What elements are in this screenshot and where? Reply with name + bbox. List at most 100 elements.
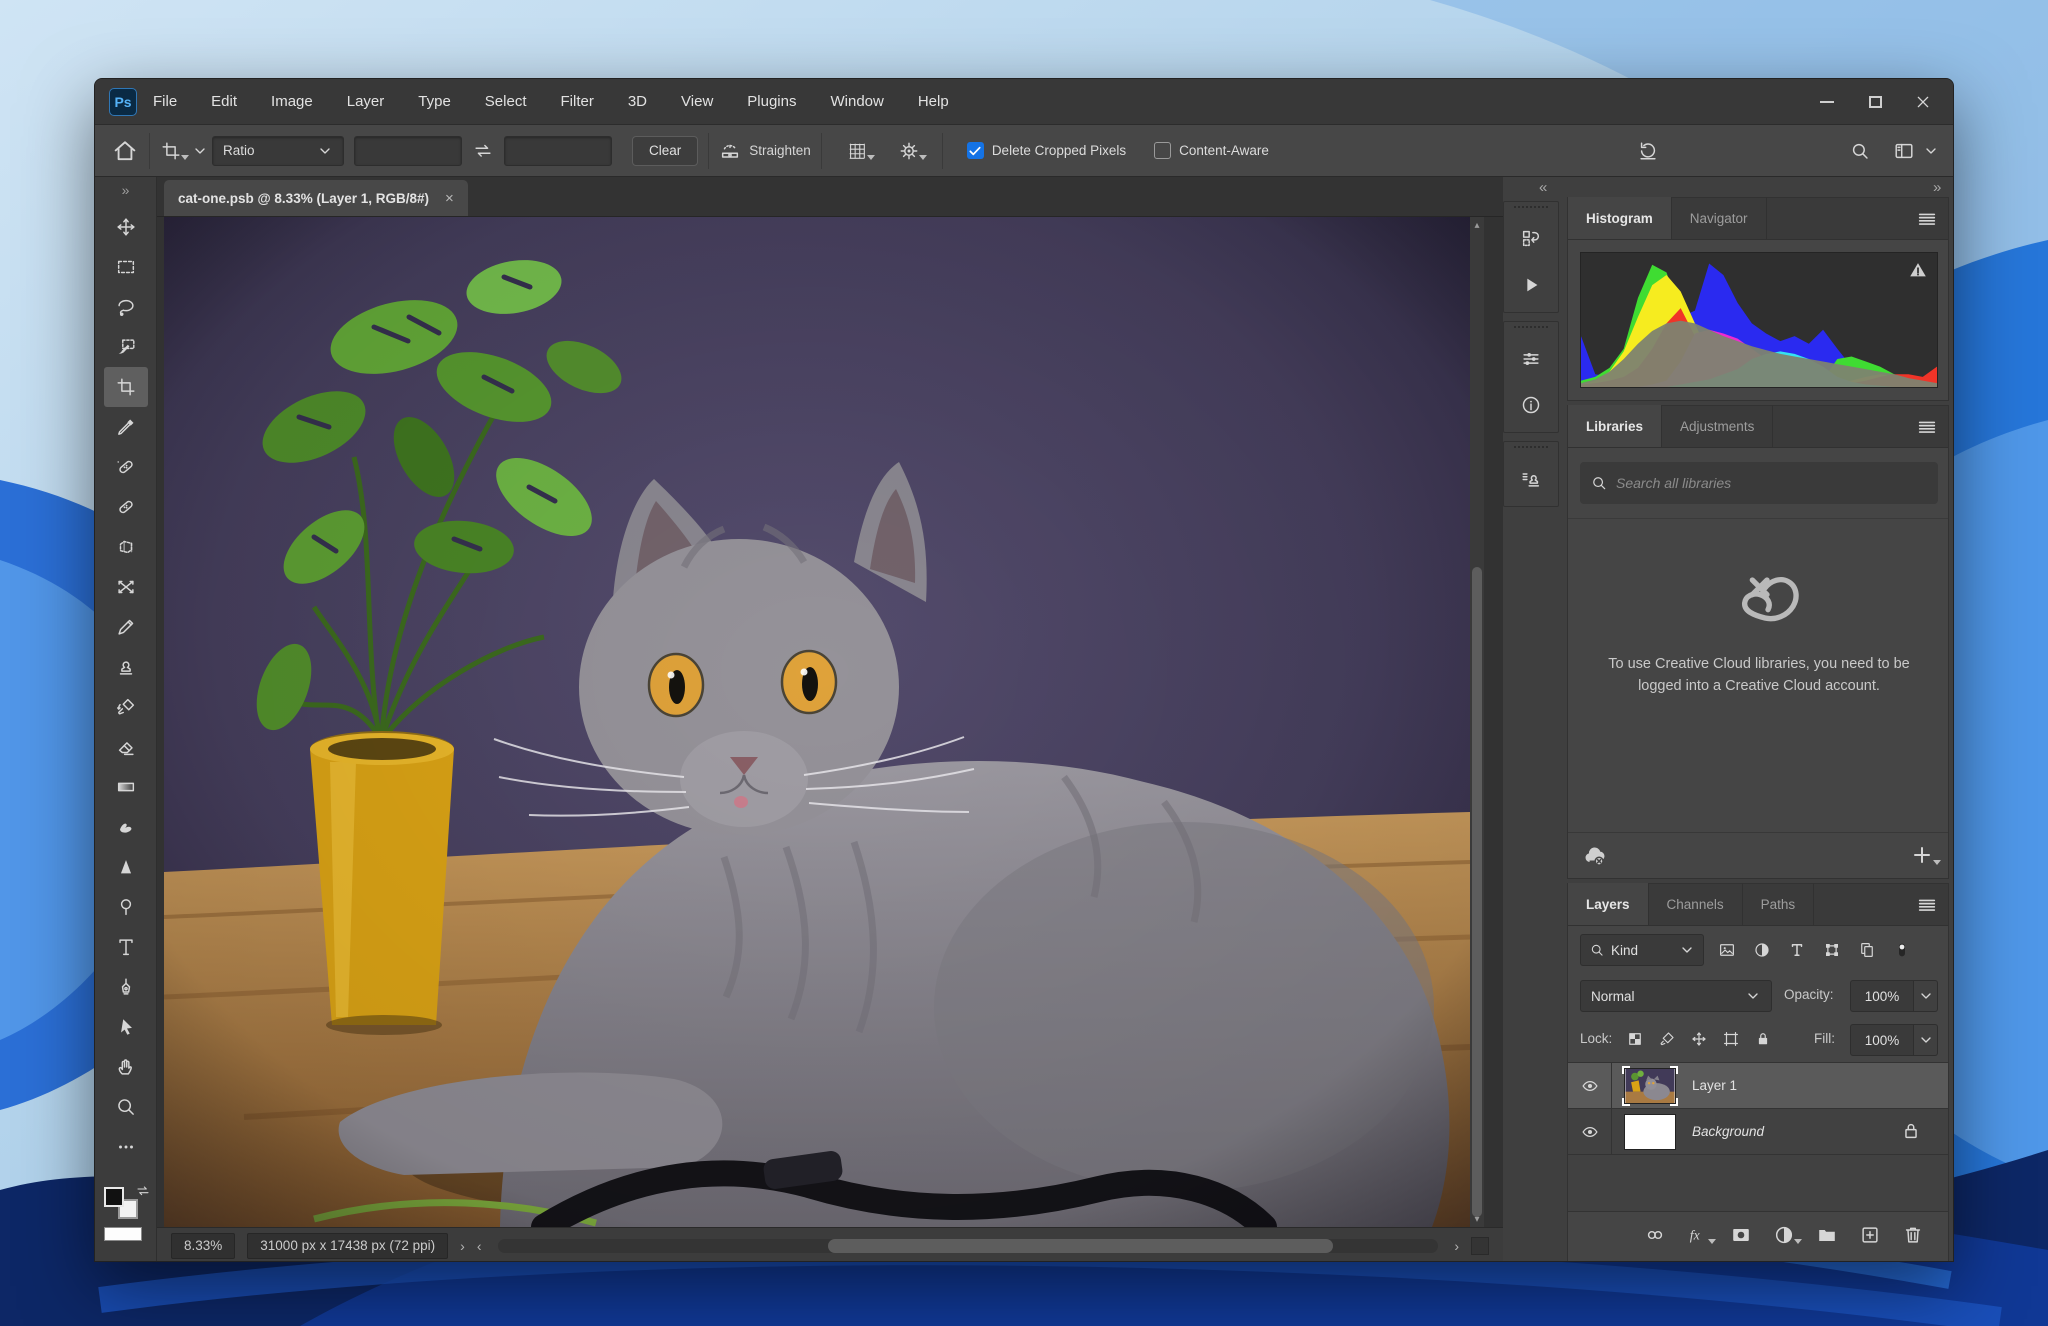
menu-image[interactable]: Image bbox=[271, 91, 313, 112]
scroll-left-icon[interactable]: ‹ bbox=[477, 1238, 482, 1254]
menu-plugins[interactable]: Plugins bbox=[747, 91, 796, 112]
scroll-right-icon[interactable]: › bbox=[1454, 1238, 1459, 1254]
add-layer-mask-icon[interactable] bbox=[1730, 1224, 1752, 1246]
swap-colors-icon[interactable] bbox=[135, 1183, 151, 1199]
tab-libraries[interactable]: Libraries bbox=[1568, 405, 1662, 447]
layer-lock-icon[interactable] bbox=[1900, 1120, 1922, 1142]
lock-all-icon[interactable] bbox=[1754, 1030, 1772, 1048]
dock-grip[interactable] bbox=[1514, 206, 1548, 214]
horizontal-scroll-thumb[interactable] bbox=[828, 1239, 1333, 1253]
move-tool[interactable] bbox=[104, 207, 148, 247]
layer-name[interactable]: Layer 1 bbox=[1692, 1078, 1737, 1093]
libraries-search-input[interactable] bbox=[1616, 475, 1906, 491]
expand-panels-icon[interactable]: » bbox=[1933, 179, 1941, 196]
tab-adjustments[interactable]: Adjustments bbox=[1662, 405, 1773, 447]
menu-filter[interactable]: Filter bbox=[561, 91, 594, 112]
marquee-tool[interactable] bbox=[104, 247, 148, 287]
filter-smart-objects-icon[interactable] bbox=[1858, 941, 1876, 959]
blend-mode-select[interactable]: Normal bbox=[1580, 980, 1772, 1012]
fill-control[interactable]: 100% bbox=[1850, 1024, 1938, 1056]
spot-healing-tool[interactable] bbox=[104, 447, 148, 487]
menu-edit[interactable]: Edit bbox=[211, 91, 237, 112]
search-icon[interactable] bbox=[1849, 140, 1871, 162]
layer-visibility-toggle[interactable] bbox=[1568, 1063, 1612, 1109]
ratio-select[interactable]: Ratio bbox=[212, 136, 344, 166]
patch-tool[interactable] bbox=[104, 527, 148, 567]
hand-tool[interactable] bbox=[104, 1047, 148, 1087]
layer-row-layer-1[interactable]: Layer 1 bbox=[1568, 1063, 1948, 1109]
dodge-tool[interactable] bbox=[104, 887, 148, 927]
filter-shape-layers-icon[interactable] bbox=[1823, 941, 1841, 959]
menu-help[interactable]: Help bbox=[918, 91, 949, 112]
filter-pixel-layers-icon[interactable] bbox=[1718, 941, 1736, 959]
pen-tool[interactable] bbox=[104, 967, 148, 1007]
edit-toolbar-tool[interactable] bbox=[104, 1127, 148, 1167]
libraries-search[interactable] bbox=[1580, 462, 1938, 504]
filter-adjustment-layers-icon[interactable] bbox=[1753, 941, 1771, 959]
layer-thumbnail[interactable] bbox=[1624, 1114, 1676, 1150]
zoom-level-field[interactable]: 8.33% bbox=[171, 1233, 235, 1259]
add-library-icon[interactable] bbox=[1910, 843, 1934, 867]
type-tool[interactable] bbox=[104, 927, 148, 967]
sharpen-tool[interactable] bbox=[104, 847, 148, 887]
tab-histogram[interactable]: Histogram bbox=[1568, 197, 1672, 239]
collapse-dock-icon[interactable]: « bbox=[1539, 179, 1547, 196]
content-aware-move-tool[interactable] bbox=[104, 567, 148, 607]
lock-position-icon[interactable] bbox=[1690, 1030, 1708, 1048]
menu-window[interactable]: Window bbox=[830, 91, 883, 112]
canvas[interactable] bbox=[164, 217, 1470, 1227]
menu-select[interactable]: Select bbox=[485, 91, 527, 112]
filter-type-layers-icon[interactable] bbox=[1788, 941, 1806, 959]
photoshop-logo[interactable]: Ps bbox=[109, 88, 137, 116]
eyedropper-tool[interactable] bbox=[104, 407, 148, 447]
reset-tool-icon[interactable] bbox=[1637, 140, 1659, 162]
vertical-scroll-thumb[interactable] bbox=[1472, 567, 1482, 1217]
eraser-tool[interactable] bbox=[104, 727, 148, 767]
document-close-icon[interactable]: × bbox=[445, 190, 454, 207]
menu-view[interactable]: View bbox=[681, 91, 713, 112]
close-button[interactable] bbox=[1899, 85, 1947, 119]
workspace-icon[interactable] bbox=[1893, 140, 1915, 162]
menu-layer[interactable]: Layer bbox=[347, 91, 385, 112]
lock-image-pixels-icon[interactable] bbox=[1658, 1030, 1676, 1048]
crop-settings-gear-icon[interactable] bbox=[898, 140, 920, 162]
clear-button[interactable]: Clear bbox=[632, 136, 698, 166]
histogram-warning-icon[interactable] bbox=[1907, 259, 1929, 281]
document-tab[interactable]: cat-one.psb @ 8.33% (Layer 1, RGB/8#) × bbox=[164, 180, 468, 216]
straighten-label[interactable]: Straighten bbox=[749, 143, 811, 158]
layer-filter-kind[interactable]: Kind bbox=[1580, 934, 1704, 966]
lock-transparent-pixels-icon[interactable] bbox=[1626, 1030, 1644, 1048]
content-aware-option[interactable]: Content-Aware bbox=[1154, 142, 1269, 159]
delete-cropped-pixels-option[interactable]: Delete Cropped Pixels bbox=[967, 142, 1126, 159]
opacity-value[interactable]: 100% bbox=[1850, 980, 1914, 1012]
foreground-color-swatch[interactable] bbox=[104, 1187, 124, 1207]
background-color-bar[interactable] bbox=[104, 1227, 142, 1241]
chevron-down-icon[interactable] bbox=[1923, 143, 1939, 159]
fill-value[interactable]: 100% bbox=[1850, 1024, 1914, 1056]
vertical-scrollbar[interactable]: ▴ ▾ bbox=[1470, 217, 1484, 1227]
lasso-tool[interactable] bbox=[104, 287, 148, 327]
filter-toggle-icon[interactable] bbox=[1893, 941, 1911, 959]
link-layers-icon[interactable] bbox=[1644, 1224, 1666, 1246]
new-layer-icon[interactable] bbox=[1859, 1224, 1881, 1246]
menu-file[interactable]: File bbox=[153, 91, 177, 112]
menu-3d[interactable]: 3D bbox=[628, 91, 647, 112]
tab-paths[interactable]: Paths bbox=[1743, 883, 1815, 925]
status-options-icon[interactable]: › bbox=[460, 1238, 465, 1254]
gradient-tool[interactable] bbox=[104, 767, 148, 807]
chevron-down-icon[interactable] bbox=[192, 143, 208, 159]
horizontal-scrollbar[interactable] bbox=[498, 1239, 1439, 1253]
scroll-up-icon[interactable]: ▴ bbox=[1470, 217, 1484, 233]
tool-presets-panel-button[interactable] bbox=[1504, 456, 1558, 502]
home-icon[interactable] bbox=[111, 137, 139, 165]
actions-panel-button[interactable] bbox=[1504, 262, 1558, 308]
layer-thumbnail[interactable] bbox=[1624, 1068, 1676, 1104]
scroll-down-icon[interactable]: ▾ bbox=[1470, 1211, 1484, 1227]
new-group-icon[interactable] bbox=[1816, 1224, 1838, 1246]
straighten-icon[interactable] bbox=[719, 140, 741, 162]
dock-grip[interactable] bbox=[1514, 446, 1548, 454]
pencil-tool[interactable] bbox=[104, 607, 148, 647]
object-selection-tool[interactable] bbox=[104, 327, 148, 367]
maximize-button[interactable] bbox=[1851, 85, 1899, 119]
delete-layer-icon[interactable] bbox=[1902, 1224, 1924, 1246]
